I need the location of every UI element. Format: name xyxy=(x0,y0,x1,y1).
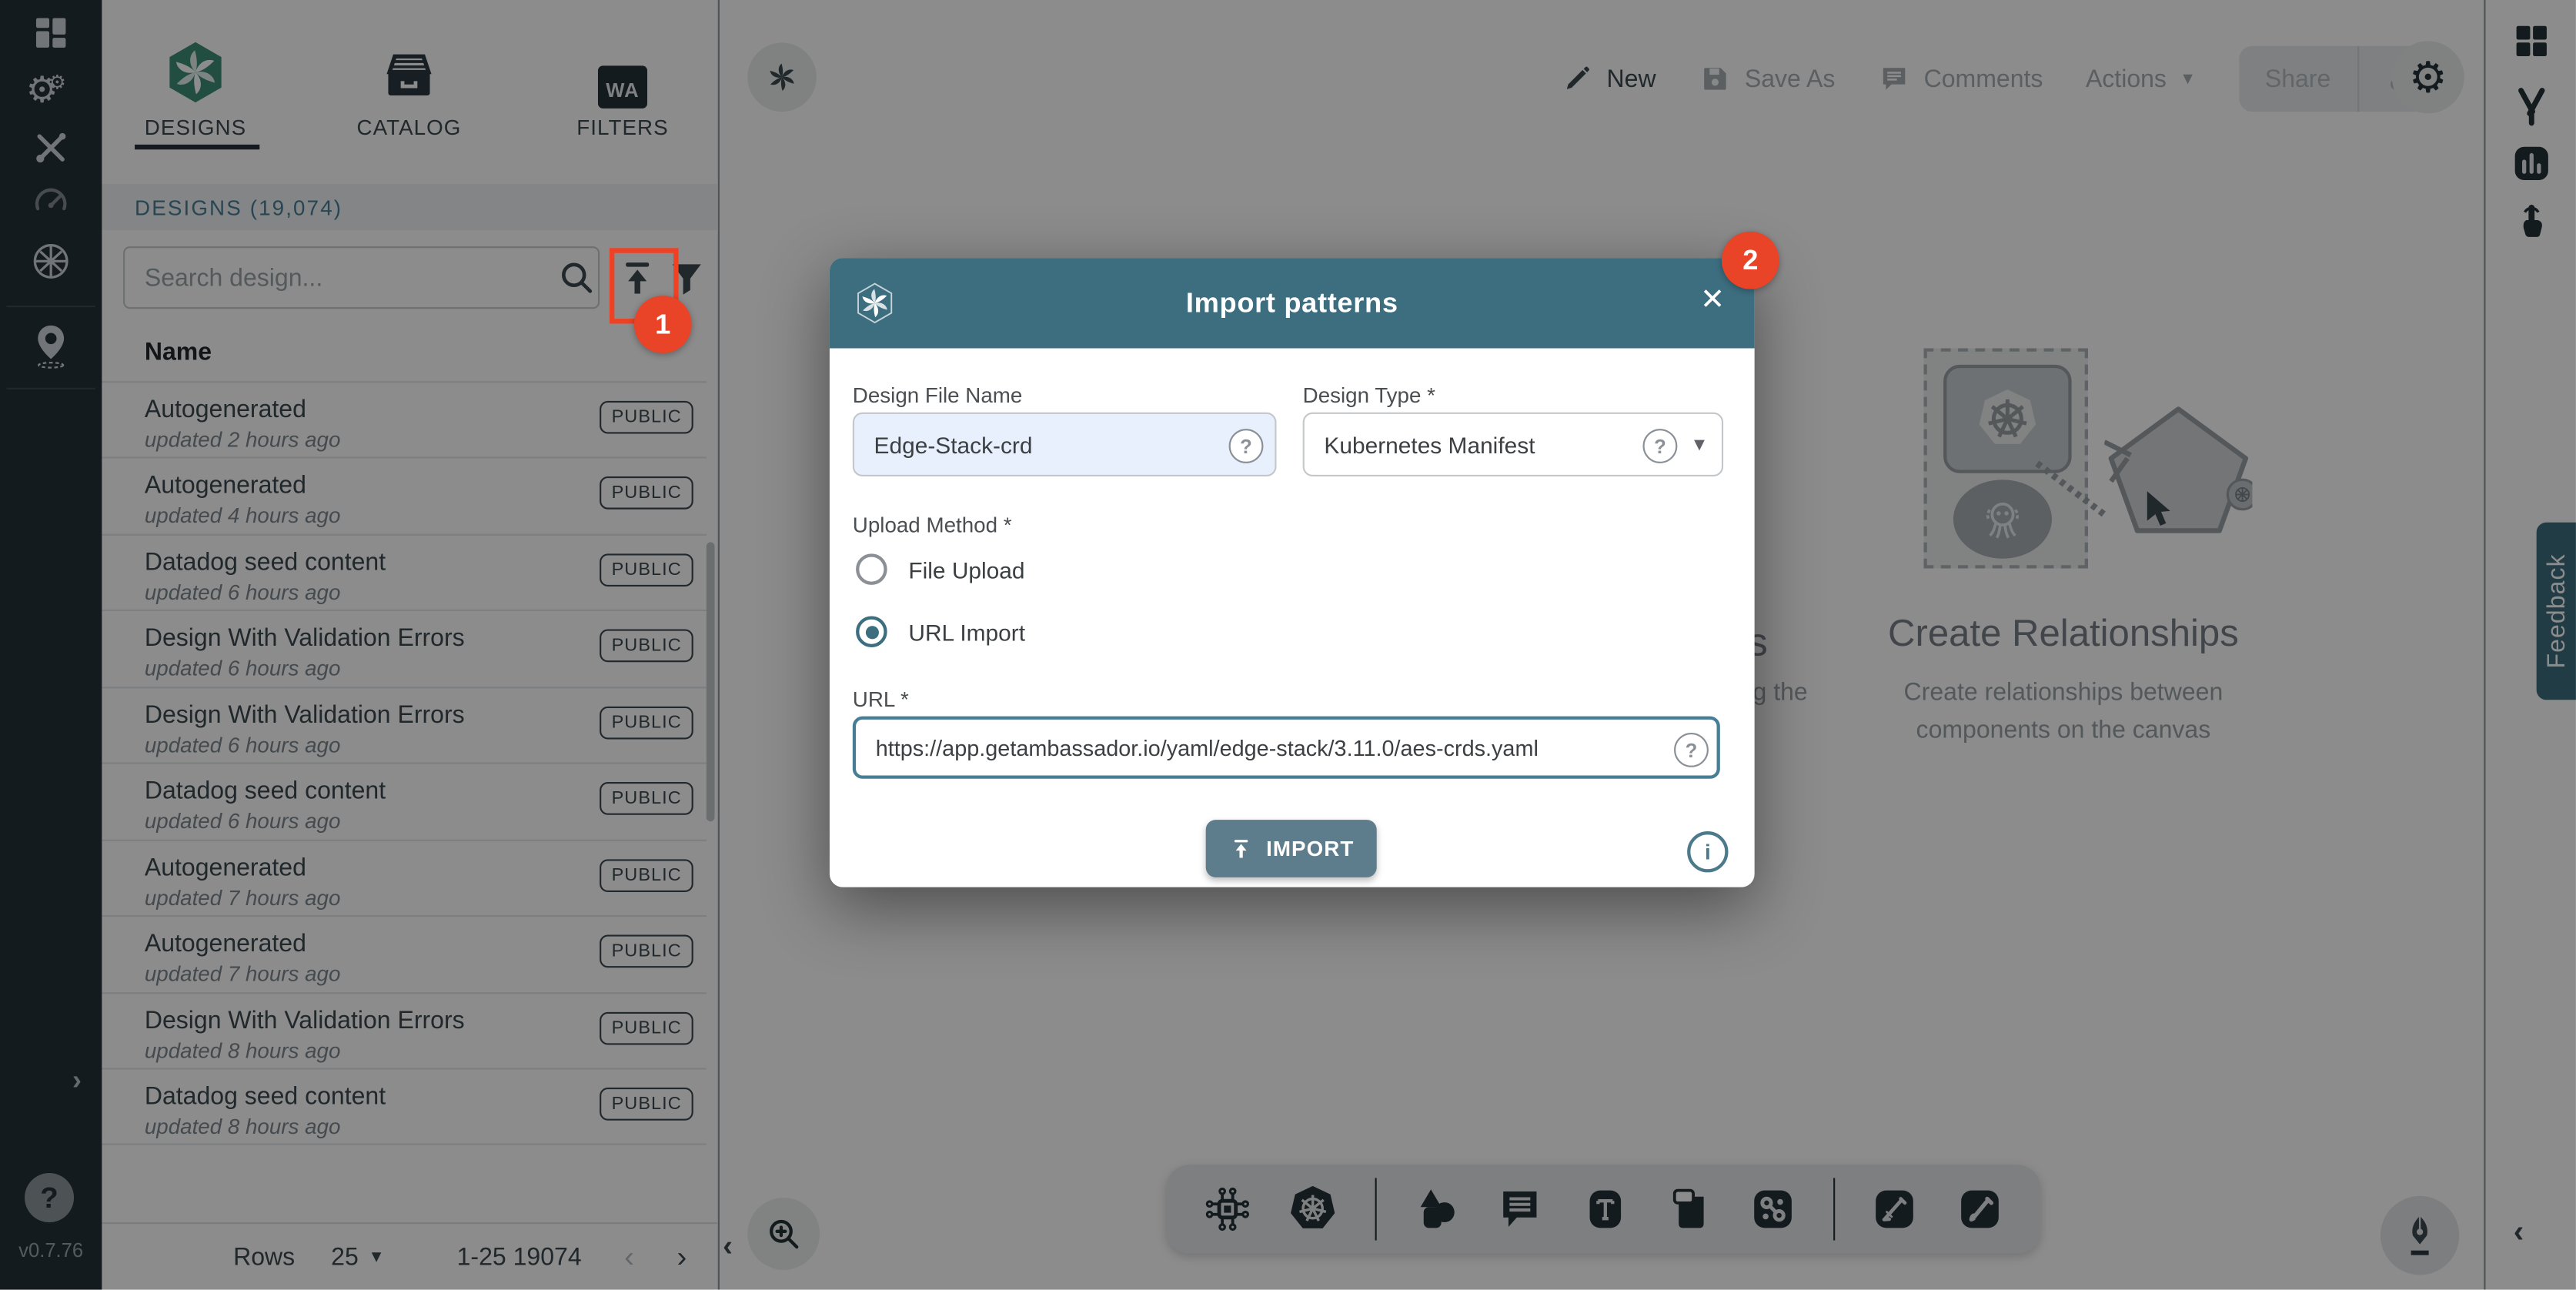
url-help-icon[interactable]: ? xyxy=(1674,733,1709,767)
design-type-help-icon[interactable]: ? xyxy=(1643,429,1678,463)
url-label: URL * xyxy=(853,687,909,711)
file-upload-radio[interactable] xyxy=(856,553,887,585)
design-file-name-input[interactable] xyxy=(853,413,1277,476)
design-type-caret-icon[interactable]: ▼ xyxy=(1690,436,1708,456)
import-button[interactable]: IMPORT xyxy=(1206,820,1377,877)
design-file-name-label: Design File Name xyxy=(853,383,1023,407)
annotation-step-2-badge: 2 xyxy=(1722,232,1779,289)
url-import-radio-label[interactable]: URL Import xyxy=(908,620,1025,646)
modal-header: Import patterns ✕ xyxy=(830,258,1755,348)
close-icon[interactable]: ✕ xyxy=(1700,284,1725,313)
url-import-radio[interactable] xyxy=(856,616,887,647)
annotation-step-1-badge: 1 xyxy=(634,296,692,353)
url-input[interactable] xyxy=(853,717,1720,779)
import-patterns-modal: Import patterns ✕ Design File Name ? Des… xyxy=(830,258,1755,887)
info-icon[interactable]: i xyxy=(1687,831,1728,872)
design-file-name-help-icon[interactable]: ? xyxy=(1229,429,1264,463)
upload-icon xyxy=(1228,836,1253,861)
meshery-app: ⚙⚙ › ? v0.7.76 xyxy=(0,0,2576,1290)
design-type-label: Design Type * xyxy=(1303,383,1435,407)
file-upload-radio-label[interactable]: File Upload xyxy=(908,557,1024,583)
modal-title: Import patterns xyxy=(830,286,1755,319)
upload-method-label: Upload Method * xyxy=(853,513,1012,537)
